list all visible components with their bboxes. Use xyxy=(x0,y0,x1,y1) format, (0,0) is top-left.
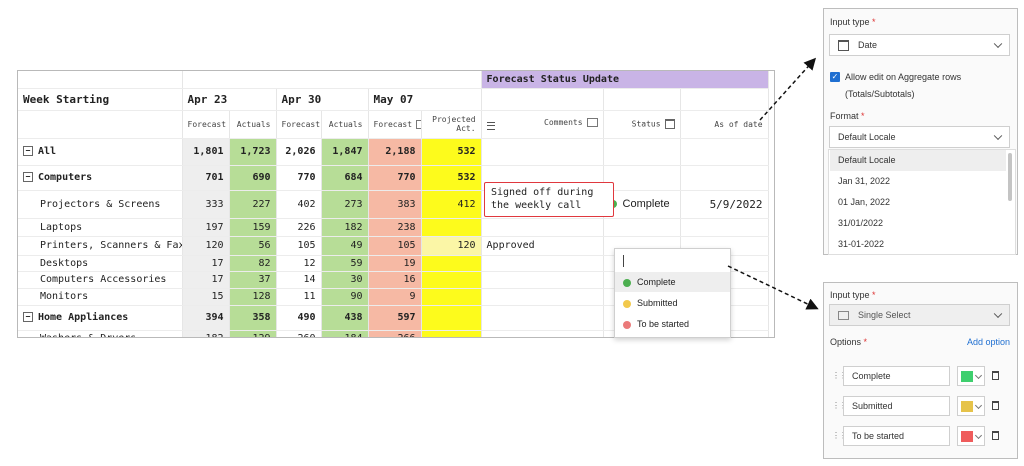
allow-edit-label-2: (Totals/Subtotals) xyxy=(845,89,915,99)
chevron-down-icon xyxy=(993,39,1003,49)
chevron-down-icon xyxy=(993,131,1003,141)
trash-icon[interactable] xyxy=(992,371,999,380)
calendar-icon xyxy=(838,40,849,51)
select-box-icon xyxy=(838,311,849,320)
format-option[interactable]: Default Locale xyxy=(830,150,1006,171)
chevron-down-icon xyxy=(974,401,983,410)
options-label-text: Options xyxy=(830,337,862,347)
dropdown-scrollbar[interactable] xyxy=(1008,153,1012,201)
allow-edit-label-1: Allow edit on Aggregate rows xyxy=(845,72,962,82)
format-label: Format * xyxy=(830,111,865,121)
required-asterisk: * xyxy=(863,337,868,347)
format-value: Default Locale xyxy=(838,132,896,142)
option-input-complete[interactable]: Complete xyxy=(843,366,950,386)
format-select[interactable]: Default Locale xyxy=(829,126,1010,148)
color-picker-complete[interactable] xyxy=(957,366,985,386)
options-label: Options * xyxy=(830,337,867,347)
arrow-to-date-panel xyxy=(759,57,817,121)
format-dropdown-list: Default Locale Jan 31, 2022 01 Jan, 2022… xyxy=(828,149,1016,255)
required-asterisk: * xyxy=(872,17,876,27)
input-type-label: Input type * xyxy=(830,290,876,300)
chevron-down-icon xyxy=(974,431,983,440)
required-asterisk: * xyxy=(861,111,865,121)
color-swatch xyxy=(961,401,973,412)
add-option-link[interactable]: Add option xyxy=(967,337,1010,347)
trash-icon[interactable] xyxy=(992,401,999,410)
format-option[interactable]: 31-01-2022 xyxy=(830,234,1006,254)
chevron-down-icon xyxy=(974,371,983,380)
format-label-text: Format xyxy=(830,111,859,121)
color-picker-submitted[interactable] xyxy=(957,396,985,416)
required-asterisk: * xyxy=(872,290,876,300)
date-input-settings-panel: Input type * Date ✓ Allow edit on Aggreg… xyxy=(823,8,1018,255)
color-picker-to-be-started[interactable] xyxy=(957,426,985,446)
input-type-value: Date xyxy=(858,40,878,50)
input-type-label-text: Input type xyxy=(830,17,870,27)
input-type-select[interactable]: Date xyxy=(829,34,1010,56)
input-type-label: Input type * xyxy=(830,17,876,27)
option-value: To be started xyxy=(852,431,905,441)
input-type-select[interactable]: Single Select xyxy=(829,304,1010,326)
color-swatch xyxy=(961,371,973,382)
format-option[interactable]: Jan 31, 2022 xyxy=(830,171,1006,192)
option-input-submitted[interactable]: Submitted xyxy=(843,396,950,416)
option-input-to-be-started[interactable]: To be started xyxy=(843,426,950,446)
color-swatch xyxy=(961,431,973,442)
trash-icon[interactable] xyxy=(992,431,999,440)
option-value: Submitted xyxy=(852,401,893,411)
chevron-down-icon xyxy=(993,309,1003,319)
option-value: Complete xyxy=(852,371,891,381)
input-type-label-text: Input type xyxy=(830,290,870,300)
allow-edit-checkbox[interactable]: ✓ xyxy=(830,72,840,82)
arrow-to-select-panel xyxy=(727,265,819,310)
input-type-value: Single Select xyxy=(858,310,911,320)
format-option[interactable]: 01 Jan, 2022 xyxy=(830,192,1006,213)
single-select-settings-panel: Input type * Single Select Options * Add… xyxy=(823,282,1018,459)
format-option[interactable]: 31/01/2022 xyxy=(830,213,1006,234)
